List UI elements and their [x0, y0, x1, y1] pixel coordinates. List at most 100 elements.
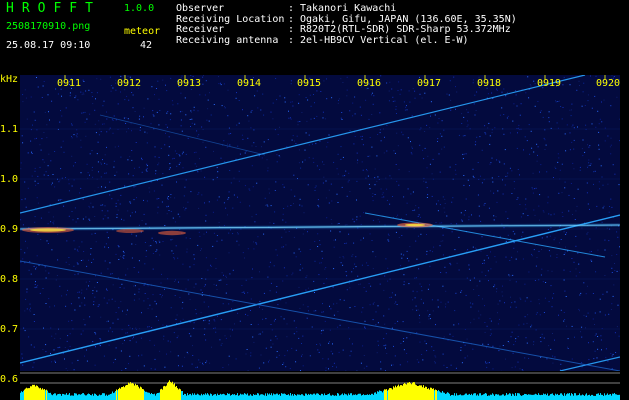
signal-level-bar — [53, 394, 54, 400]
noise-speck — [313, 94, 314, 95]
noise-speck — [290, 83, 292, 85]
signal-level-bar — [262, 394, 263, 400]
noise-speck — [513, 344, 515, 346]
signal-level-bar — [456, 393, 457, 400]
signal-level-bar — [571, 393, 572, 400]
noise-speck — [51, 361, 53, 363]
noise-speck — [200, 312, 202, 314]
signal-level-bar — [427, 389, 428, 400]
signal-level-bar — [39, 388, 40, 400]
noise-speck — [488, 280, 489, 282]
noise-speck — [146, 163, 148, 165]
signal-level-bar — [250, 394, 251, 400]
noise-speck — [618, 335, 620, 337]
noise-speck — [107, 320, 109, 322]
noise-speck — [341, 186, 343, 188]
trace-rising-2 — [20, 75, 586, 214]
noise-speck — [444, 203, 446, 204]
noise-speck — [333, 161, 335, 163]
noise-speck — [377, 305, 379, 307]
noise-speck — [66, 240, 68, 242]
signal-level-bar — [142, 389, 143, 400]
info-value: R820T2(RTL-SDR) SDR-Sharp 53.372MHz — [300, 24, 511, 35]
noise-speck — [20, 261, 22, 263]
signal-level-bar — [542, 395, 543, 400]
noise-speck — [172, 253, 174, 254]
signal-level-bar — [192, 393, 193, 400]
noise-speck — [587, 100, 589, 102]
noise-speck — [104, 260, 106, 262]
noise-speck — [217, 171, 219, 173]
noise-speck — [26, 118, 28, 120]
noise-speck — [293, 320, 295, 322]
noise-speck — [37, 182, 39, 184]
signal-level-bar — [588, 395, 589, 400]
signal-level-bar — [465, 393, 466, 400]
noise-speck — [252, 336, 254, 338]
noise-speck — [502, 345, 504, 346]
signal-level-bar — [277, 393, 278, 400]
noise-speck — [419, 144, 421, 146]
noise-speck — [598, 123, 600, 125]
signal-level-bar — [574, 393, 575, 400]
noise-speck — [379, 221, 381, 223]
noise-speck — [47, 223, 49, 225]
noise-speck — [503, 88, 505, 90]
noise-speck — [595, 75, 597, 77]
signal-level-bar — [200, 395, 201, 400]
noise-speck — [336, 193, 338, 195]
signal-level-bar — [612, 393, 613, 400]
noise-speck — [186, 251, 188, 253]
noise-speck — [74, 248, 76, 250]
noise-speck — [458, 269, 460, 271]
signal-level-bar — [382, 392, 383, 400]
noise-speck — [553, 213, 555, 215]
noise-speck — [55, 88, 57, 90]
signal-level-bar — [312, 394, 313, 400]
noise-speck — [371, 146, 373, 148]
noise-speck — [84, 304, 86, 306]
noise-speck — [158, 156, 160, 158]
noise-speck — [573, 261, 575, 263]
noise-speck — [305, 289, 307, 291]
noise-speck — [328, 368, 329, 370]
noise-speck — [248, 188, 250, 190]
signal-level-bar — [21, 391, 22, 400]
noise-speck — [68, 179, 70, 181]
noise-speck — [148, 326, 150, 328]
noise-speck — [393, 345, 394, 347]
noise-speck — [211, 346, 212, 348]
noise-speck — [325, 267, 327, 268]
signal-level-bar — [175, 386, 176, 400]
noise-speck — [224, 107, 226, 109]
noise-speck — [77, 263, 79, 265]
signal-level-bar — [589, 394, 590, 400]
signal-level-bar — [219, 394, 220, 400]
noise-speck — [328, 202, 330, 204]
noise-speck — [565, 150, 567, 152]
noise-speck — [115, 347, 117, 349]
noise-speck — [472, 348, 474, 350]
noise-speck — [599, 118, 601, 120]
signal-level-bar — [479, 393, 480, 400]
noise-speck — [491, 129, 493, 131]
signal-level-bar — [297, 394, 298, 400]
noise-speck — [162, 324, 164, 326]
noise-speck — [143, 199, 144, 201]
noise-speck — [387, 233, 389, 235]
noise-speck — [446, 93, 448, 95]
noise-speck — [424, 340, 426, 342]
noise-speck — [369, 188, 371, 190]
signal-level-bar — [600, 393, 601, 400]
signal-level-bar — [125, 385, 126, 400]
noise-speck — [388, 90, 390, 92]
noise-speck — [426, 167, 428, 169]
noise-speck — [472, 303, 474, 305]
noise-speck — [396, 216, 398, 218]
noise-speck — [356, 216, 358, 218]
noise-speck — [88, 89, 90, 91]
signal-level-bar — [449, 393, 450, 400]
noise-speck — [71, 124, 73, 126]
signal-level-bar — [380, 390, 381, 400]
noise-speck — [82, 79, 84, 81]
